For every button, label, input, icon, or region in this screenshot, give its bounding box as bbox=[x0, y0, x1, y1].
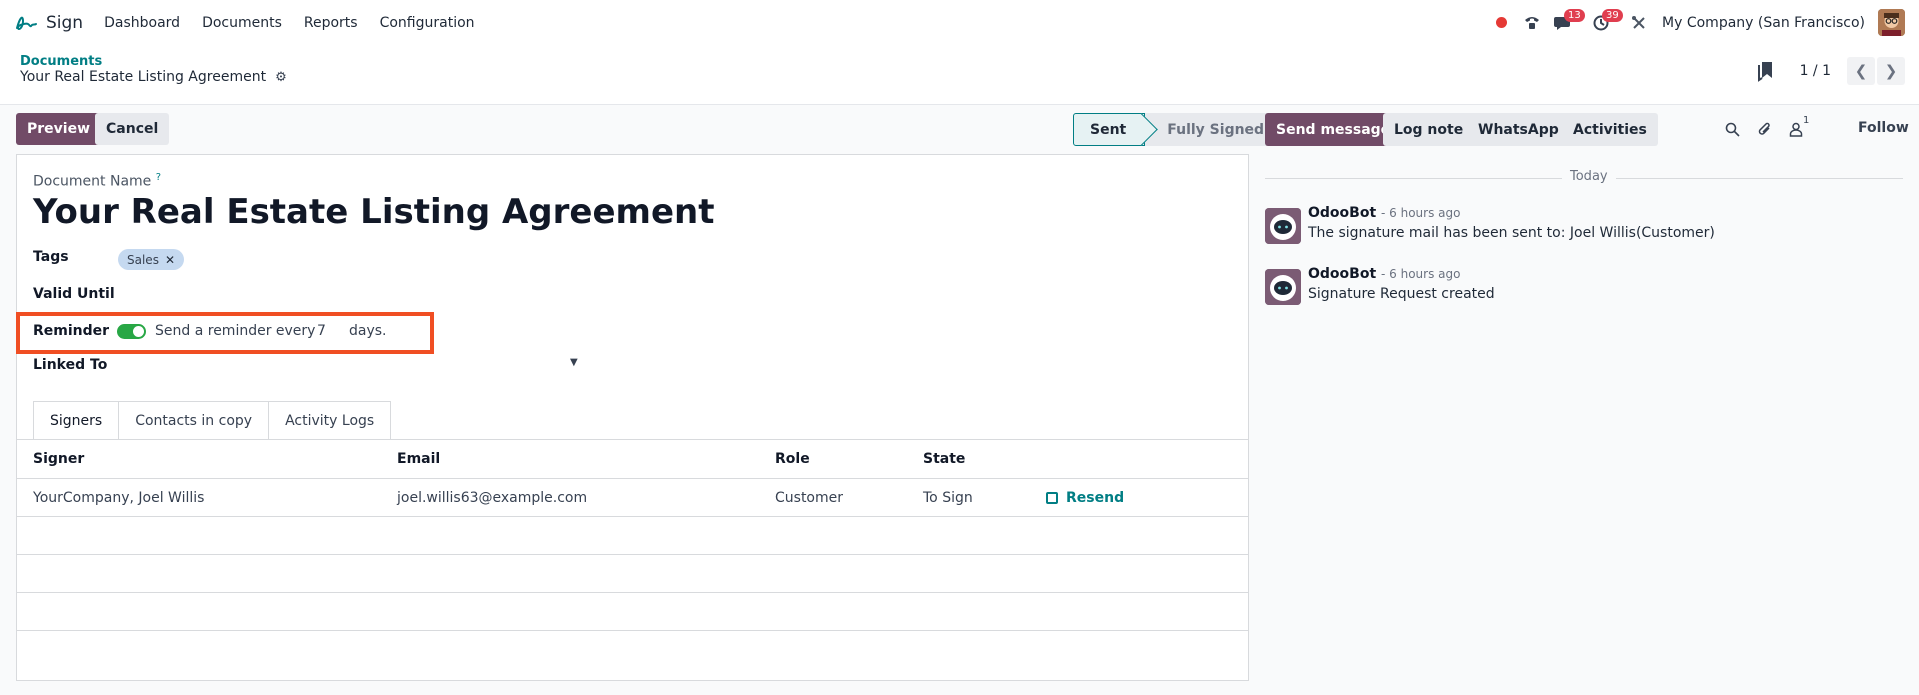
systray: 13 39 My Company (San Francisco) bbox=[1481, 0, 1905, 45]
odoobot-avatar[interactable] bbox=[1265, 208, 1301, 244]
messages-count-badge: 13 bbox=[1564, 8, 1585, 22]
preview-button[interactable]: Preview bbox=[16, 113, 102, 145]
cell-email: joel.willis63@example.com bbox=[397, 489, 588, 506]
company-switcher[interactable]: My Company (San Francisco) bbox=[1662, 15, 1865, 31]
pager-previous-button[interactable]: ❮ bbox=[1847, 57, 1875, 85]
pager-value[interactable]: 1 / 1 bbox=[1800, 63, 1831, 79]
follow-button[interactable]: Follow bbox=[1858, 120, 1909, 136]
control-panel: Documents Your Real Estate Listing Agree… bbox=[0, 45, 1919, 105]
message-body: The signature mail has been sent to: Joe… bbox=[1308, 225, 1715, 241]
reminder-days-input[interactable]: 7 bbox=[317, 323, 326, 339]
chevron-right-icon: ❯ bbox=[1884, 62, 1898, 80]
menu-documents[interactable]: Documents bbox=[202, 15, 282, 31]
chatter-topbar-icons: 1 bbox=[1723, 115, 1819, 138]
whatsapp-button[interactable]: WhatsApp bbox=[1467, 113, 1570, 146]
user-avatar[interactable] bbox=[1878, 9, 1905, 36]
message-body: Signature Request created bbox=[1308, 286, 1495, 302]
tools-icon[interactable] bbox=[1628, 12, 1650, 34]
status-fully-signed[interactable]: Fully Signed bbox=[1145, 113, 1281, 146]
gear-icon[interactable]: ⚙ bbox=[275, 70, 287, 85]
header-email[interactable]: Email bbox=[397, 440, 440, 478]
cell-signer: YourCompany, Joel Willis bbox=[33, 489, 205, 506]
app-name[interactable]: Sign bbox=[46, 13, 83, 33]
search-icon[interactable] bbox=[1723, 120, 1741, 138]
document-title[interactable]: Your Real Estate Listing Agreement bbox=[33, 192, 714, 232]
table-row[interactable]: YourCompany, Joel Willis joel.willis63@e… bbox=[17, 479, 1248, 517]
table-row-empty bbox=[17, 555, 1248, 593]
toggle-knob bbox=[133, 326, 144, 337]
cancel-button[interactable]: Cancel bbox=[95, 113, 170, 145]
activities-button[interactable]: Activities bbox=[1562, 113, 1658, 146]
header-role[interactable]: Role bbox=[775, 440, 810, 478]
status-bar: Sent Fully Signed bbox=[1073, 113, 1281, 146]
valid-until-label: Valid Until bbox=[33, 286, 115, 302]
tab-contacts-in-copy[interactable]: Contacts in copy bbox=[119, 401, 270, 440]
message-time: - 6 hours ago bbox=[1381, 206, 1461, 220]
menu-configuration[interactable]: Configuration bbox=[380, 15, 475, 31]
linked-to-label: Linked To bbox=[33, 357, 108, 373]
breadcrumb-current: Your Real Estate Listing Agreement ⚙ bbox=[20, 69, 287, 85]
followers-count: 1 bbox=[1803, 115, 1810, 126]
status-fully-signed-label: Fully Signed bbox=[1167, 121, 1265, 138]
header-signer[interactable]: Signer bbox=[33, 440, 84, 478]
cell-state: To Sign bbox=[923, 489, 973, 506]
notebook-tabs: Signers Contacts in copy Activity Logs bbox=[33, 401, 392, 440]
activities-clock-icon[interactable]: 39 bbox=[1590, 8, 1623, 34]
reminder-prefix-text: Send a reminder every bbox=[155, 323, 316, 339]
log-note-button[interactable]: Log note bbox=[1383, 113, 1475, 146]
resend-button[interactable]: Resend bbox=[1046, 479, 1124, 516]
bookmark-icon[interactable] bbox=[1756, 60, 1776, 82]
form-sheet: Document Name ? Your Real Estate Listing… bbox=[16, 154, 1249, 681]
tab-activity-logs[interactable]: Activity Logs bbox=[269, 401, 392, 440]
author-name[interactable]: OdooBot bbox=[1308, 266, 1376, 282]
tab-signers[interactable]: Signers bbox=[33, 401, 120, 440]
activities-count-badge: 39 bbox=[1602, 8, 1623, 22]
send-message-button[interactable]: Send message bbox=[1265, 113, 1402, 146]
table-row-empty bbox=[17, 593, 1248, 631]
recording-indicator-icon[interactable] bbox=[1490, 12, 1512, 34]
cell-role: Customer bbox=[775, 489, 844, 506]
tags-label: Tags bbox=[33, 249, 69, 265]
status-sent[interactable]: Sent bbox=[1073, 113, 1146, 146]
message-author: OdooBot - 6 hours ago bbox=[1308, 266, 1460, 282]
pager-next-button[interactable]: ❯ bbox=[1877, 57, 1905, 85]
signers-table: Signer Email Role State YourCompany, Joe… bbox=[17, 440, 1248, 631]
reminder-toggle[interactable] bbox=[117, 324, 146, 339]
pager: 1 / 1 ❮ ❯ bbox=[1756, 57, 1905, 85]
menu-reports[interactable]: Reports bbox=[304, 15, 358, 31]
followers-icon[interactable]: 1 bbox=[1787, 115, 1809, 138]
menu-dashboard[interactable]: Dashboard bbox=[104, 15, 180, 31]
date-separator: Today bbox=[1562, 169, 1616, 184]
author-name[interactable]: OdooBot bbox=[1308, 205, 1376, 221]
help-tooltip-mark[interactable]: ? bbox=[156, 172, 161, 183]
header-state[interactable]: State bbox=[923, 440, 965, 478]
paperclip-icon[interactable] bbox=[1755, 120, 1773, 138]
top-navbar: Sign Dashboard Documents Reports Configu… bbox=[0, 0, 1919, 45]
document-name-label: Document Name ? bbox=[33, 172, 161, 190]
messages-icon[interactable]: 13 bbox=[1552, 8, 1585, 34]
chevron-left-icon: ❮ bbox=[1854, 62, 1868, 80]
resend-label: Resend bbox=[1066, 489, 1125, 506]
breadcrumb-current-label: Your Real Estate Listing Agreement bbox=[20, 69, 267, 85]
phone-icon[interactable] bbox=[1521, 12, 1543, 34]
reminder-label: Reminder bbox=[33, 323, 110, 339]
message-time: - 6 hours ago bbox=[1381, 267, 1461, 281]
tag-label: Sales bbox=[127, 252, 159, 267]
reminder-suffix-text: days. bbox=[349, 323, 387, 339]
odoobot-avatar[interactable] bbox=[1265, 269, 1301, 305]
resend-check-icon bbox=[1046, 491, 1058, 504]
tag-sales[interactable]: Sales ✕ bbox=[118, 249, 185, 270]
message-author: OdooBot - 6 hours ago bbox=[1308, 205, 1460, 221]
table-header: Signer Email Role State bbox=[17, 440, 1248, 479]
caret-down-icon[interactable]: ▼ bbox=[570, 357, 578, 368]
document-name-label-text: Document Name bbox=[33, 173, 152, 190]
sign-app-icon[interactable] bbox=[14, 11, 38, 35]
breadcrumb-documents[interactable]: Documents bbox=[20, 54, 102, 69]
status-sent-label: Sent bbox=[1090, 121, 1127, 138]
table-row-empty bbox=[17, 517, 1248, 555]
remove-tag-icon[interactable]: ✕ bbox=[165, 253, 175, 267]
